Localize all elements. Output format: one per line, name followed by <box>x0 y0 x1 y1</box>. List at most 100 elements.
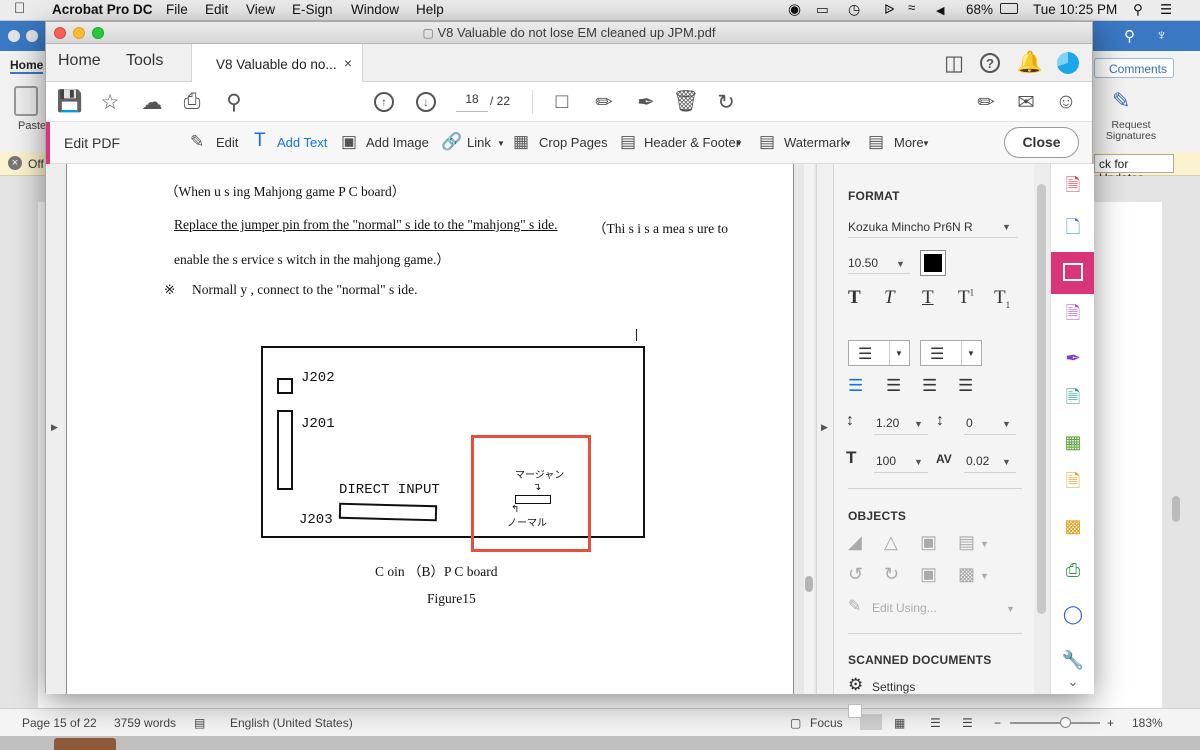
bg-proofing-icon[interactable]: ▤ <box>194 716 205 730</box>
font-name-select[interactable]: Kozuka Mincho Pr6N R <box>848 220 973 234</box>
tab-close-icon[interactable]: × <box>344 55 352 71</box>
recognize-text-checkbox[interactable] <box>848 704 862 718</box>
settings-button[interactable]: Settings <box>872 680 915 694</box>
tab-tools[interactable]: Tools <box>126 52 163 70</box>
font-size-select[interactable]: 10.50 <box>848 256 878 270</box>
character-spacing-caret-icon[interactable]: ▼ <box>1002 457 1011 467</box>
rail-expand-chevron-icon[interactable]: ⌄ <box>1061 670 1085 694</box>
watermark-button[interactable]: Watermark <box>784 135 847 150</box>
distribute-caret-icon[interactable]: ▼ <box>980 539 989 549</box>
bg-outline-icon[interactable]: ☰ <box>930 716 941 730</box>
menu-clock[interactable]: Tue 10:25 PM <box>1033 2 1117 17</box>
align-justify-icon[interactable]: ☰ <box>958 376 973 396</box>
protect-shield-icon[interactable]: ◯ <box>1061 602 1085 626</box>
subscript-icon[interactable]: T1 <box>994 287 1010 310</box>
bg-comments-button[interactable]: Comments <box>1094 58 1174 78</box>
edit-button[interactable]: Edit <box>216 135 238 150</box>
wifi-icon[interactable]: ≈ <box>908 0 915 15</box>
add-image-button[interactable]: Add Image <box>366 135 429 150</box>
bg-focus-label[interactable]: Focus <box>810 716 843 730</box>
paragraph-spacing-select[interactable]: 0 <box>966 416 973 430</box>
highlight-pen-icon[interactable]: ✏ <box>590 88 618 116</box>
dock-app-icon[interactable] <box>54 738 116 750</box>
rotate-left-icon[interactable]: ↺ <box>848 564 863 585</box>
create-pdf-icon[interactable]: 🗎 <box>1061 175 1085 200</box>
bg-signature-icon[interactable]: ✎ <box>1112 88 1130 114</box>
bookmark-star-icon[interactable]: ☆ <box>96 88 124 116</box>
crop-pages-icon[interactable]: ▦ <box>513 132 529 152</box>
horizontal-scale-select[interactable]: 100 <box>876 454 896 468</box>
airplay-icon[interactable]: ▭ <box>816 2 829 18</box>
export-pdf-icon[interactable]: 🗎 <box>1061 303 1085 328</box>
align-objects-icon[interactable]: ◢ <box>848 532 862 553</box>
numbered-list-dropdown[interactable]: ☰ ▼ <box>920 340 982 366</box>
arrange-caret-icon[interactable]: ▼ <box>980 571 989 581</box>
align-center-icon[interactable]: ☰ <box>886 376 901 396</box>
menu-app-name[interactable]: Acrobat Pro DC <box>52 2 153 17</box>
scan-enhance-icon[interactable]: ⎙ <box>1061 558 1085 582</box>
control-center-icon[interactable]: ☰ <box>1160 2 1172 18</box>
menu-esign[interactable]: E-Sign <box>292 2 333 17</box>
text-color-swatch[interactable] <box>920 250 946 276</box>
zoom-window-button[interactable] <box>92 27 104 39</box>
font-size-caret-icon[interactable]: ▼ <box>896 259 905 269</box>
bold-text-icon[interactable]: T <box>848 287 861 309</box>
settings-gear-icon[interactable]: ⚙ <box>848 675 863 695</box>
rotate-icon[interactable]: ↻ <box>712 88 740 116</box>
send-for-signature-icon[interactable]: 🗎 <box>1061 387 1085 412</box>
edit-pdf-tool-active[interactable] <box>1051 252 1094 294</box>
bg-home-tab[interactable]: Home <box>10 58 44 74</box>
close-edit-button[interactable]: Close <box>1004 127 1079 158</box>
close-window-button[interactable] <box>54 27 66 39</box>
menu-window[interactable]: Window <box>351 2 399 17</box>
fill-sign-icon[interactable]: ✒ <box>1061 346 1085 370</box>
battery-icon[interactable] <box>1000 3 1018 14</box>
italic-text-icon[interactable]: T <box>884 287 895 309</box>
watermark-caret-icon[interactable]: ▼ <box>844 139 852 148</box>
left-panel-toggle-icon[interactable]: ▶ <box>51 422 58 433</box>
sign-icon[interactable]: ✏ <box>972 88 1000 116</box>
time-machine-icon[interactable]: ◷ <box>848 1 860 18</box>
bg-zoom-slider[interactable] <box>1010 722 1100 724</box>
menu-help[interactable]: Help <box>416 2 444 17</box>
bg-traffic-light[interactable] <box>8 30 20 42</box>
zoom-search-icon[interactable]: ⚲ <box>220 88 248 116</box>
crop-pages-button[interactable]: Crop Pages <box>539 135 608 150</box>
bg-zoom-level[interactable]: 183% <box>1132 716 1163 730</box>
next-page-icon[interactable]: ↓ <box>412 88 440 116</box>
more-tools-icon[interactable]: 🔧 <box>1061 648 1085 672</box>
bg-request-signatures-label[interactable]: Request Signatures <box>1100 120 1162 142</box>
delete-trash-icon[interactable]: 🗑 <box>672 88 700 116</box>
panel-scroll-thumb[interactable] <box>1037 184 1046 614</box>
bg-share-icon[interactable]: ♆ <box>1156 27 1167 44</box>
character-spacing-select[interactable]: 0.02 <box>966 454 989 468</box>
rotate-right-icon[interactable]: ↻ <box>884 564 899 585</box>
link-caret-icon[interactable]: ▼ <box>497 139 505 148</box>
combine-files-icon[interactable]: 🗋 <box>1061 217 1085 242</box>
add-text-button[interactable]: Add Text <box>277 135 327 150</box>
font-name-caret-icon[interactable]: ▼ <box>1002 222 1011 232</box>
header-footer-button[interactable]: Header & Footer <box>644 135 740 150</box>
save-icon[interactable]: 💾 <box>56 88 84 116</box>
more-caret-icon[interactable]: ▼ <box>922 139 930 148</box>
organize-pages-icon[interactable]: ▦ <box>1061 430 1085 454</box>
bullet-list-dropdown[interactable]: ☰ ▼ <box>848 340 910 366</box>
header-footer-icon[interactable]: ▤ <box>620 132 636 152</box>
align-left-icon[interactable]: ☰ <box>848 376 863 396</box>
comment-icon[interactable]: □ <box>548 88 576 116</box>
header-footer-caret-icon[interactable]: ▼ <box>735 139 743 148</box>
comment-bubble-icon[interactable]: ▩ <box>1061 514 1085 538</box>
bg-close-banner-icon[interactable]: × <box>8 156 22 170</box>
horizontal-scale-caret-icon[interactable]: ▼ <box>914 457 923 467</box>
line-spacing-caret-icon[interactable]: ▼ <box>914 419 923 429</box>
bg-scrollbar-thumb[interactable] <box>1172 496 1180 522</box>
menu-file[interactable]: File <box>166 2 188 17</box>
red-highlight-box[interactable] <box>471 435 591 552</box>
paragraph-spacing-caret-icon[interactable]: ▼ <box>1002 419 1011 429</box>
bg-language[interactable]: English (United States) <box>230 716 353 730</box>
page-number-input[interactable]: 18 <box>456 92 488 112</box>
underline-text-icon[interactable]: T <box>922 287 934 309</box>
tab-home[interactable]: Home <box>58 52 101 70</box>
print-icon[interactable]: ⎙ <box>178 88 206 116</box>
email-icon[interactable]: ✉ <box>1012 88 1040 116</box>
